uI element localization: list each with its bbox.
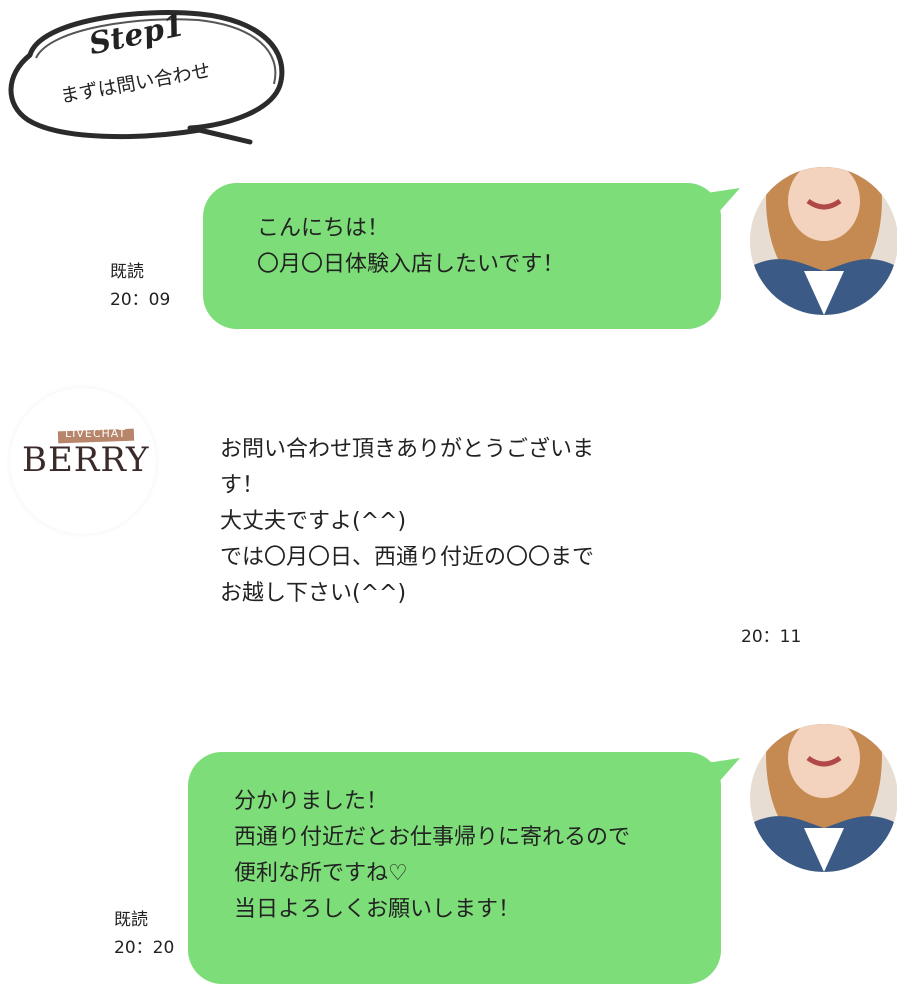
message-meta: 既読 20：20: [114, 906, 174, 962]
message-line: では〇月〇日、西通り付近の〇〇まで: [220, 545, 595, 570]
step-speech-cloud: Step1 まずは問い合わせ: [0, 0, 300, 160]
message-line: こんにちは！: [257, 216, 390, 241]
message-time: 20：11: [741, 627, 802, 647]
message-time: 20：09: [110, 290, 171, 310]
bubble-tail: [700, 188, 740, 222]
message-line: 大丈夫ですよ(^^): [220, 509, 407, 534]
sent-message-bubble[interactable]: こんにちは！ 〇月〇日体験入店したいです！: [203, 183, 721, 329]
message-line: す！: [220, 473, 265, 498]
logo-text: BERRY: [22, 440, 150, 480]
user-avatar[interactable]: [750, 167, 897, 315]
read-label: 既読: [114, 910, 148, 930]
message-line: 当日よろしくお願いします！: [234, 897, 521, 922]
message-line: お越し下さい(^^): [220, 581, 407, 606]
logo-small-text: LIVECHAT: [65, 427, 127, 440]
message-line: 西通り付近だとお仕事帰りに寄れるので: [234, 825, 631, 850]
message-line: お問い合わせ頂きありがとうございま: [220, 437, 595, 462]
user-avatar[interactable]: [750, 724, 897, 872]
message-meta: 既読 20：09: [110, 258, 170, 314]
sent-message-bubble[interactable]: 分かりました！ 西通り付近だとお仕事帰りに寄れるので 便利な所ですね♡ 当日よろ…: [188, 752, 721, 984]
message-line: 〇月〇日体験入店したいです！: [257, 252, 565, 277]
bubble-tail: [700, 758, 740, 792]
received-message[interactable]: お問い合わせ頂きありがとうございま す！ 大丈夫ですよ(^^) では〇月〇日、西…: [220, 432, 594, 612]
message-line: 分かりました！: [234, 789, 389, 814]
message-time: 20：20: [114, 938, 175, 958]
read-label: 既読: [110, 262, 144, 282]
berry-logo-avatar[interactable]: LIVECHAT BERRY: [10, 388, 156, 534]
message-line: 便利な所ですね♡: [234, 861, 408, 886]
